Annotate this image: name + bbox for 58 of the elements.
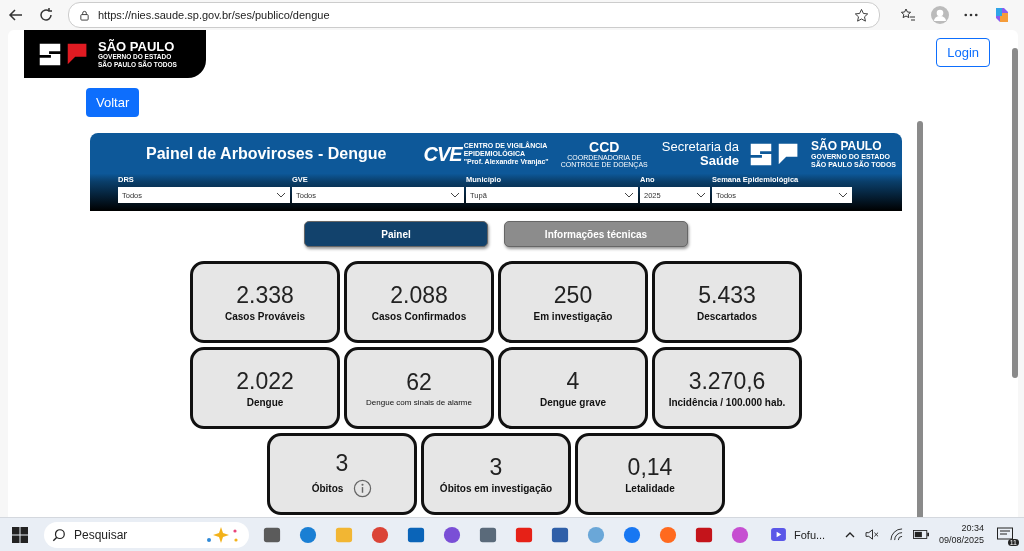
dashboard-title: Painel de Arboviroses - Dengue [146, 145, 387, 163]
info-icon[interactable] [353, 479, 373, 498]
logo-title: SÃO PAULO [98, 40, 176, 53]
back-icon[interactable] [8, 7, 24, 23]
chevron-icon [450, 192, 460, 198]
stat-value: 3.270,6 [688, 368, 766, 395]
stat-label: Letalidade [625, 483, 675, 494]
address-bar[interactable]: https://nies.saude.sp.gov.br/ses/publico/dengue [68, 2, 880, 28]
saude-text: Saúde [700, 154, 740, 168]
search-icon [52, 527, 66, 542]
stat-label: Dengue [246, 397, 284, 408]
more-icon[interactable] [964, 13, 978, 17]
wifi-icon[interactable] [889, 528, 903, 541]
clock[interactable]: 20:34 09/08/2025 [938, 522, 984, 547]
stat-label: Casos Prováveis [224, 311, 306, 322]
favorites-icon[interactable] [900, 7, 916, 23]
speaker-muted-icon[interactable] [864, 528, 880, 541]
stat-value: 250 [553, 282, 593, 309]
chevron-up-icon[interactable] [844, 531, 855, 538]
scrollbar[interactable] [917, 121, 923, 517]
chevron-icon [696, 192, 706, 198]
stat-label: Dengue grave [539, 397, 607, 408]
lock-icon [79, 9, 90, 21]
stat-value: 3 [335, 450, 349, 477]
star-icon[interactable] [854, 7, 869, 23]
login-button[interactable]: Login [936, 38, 990, 67]
stat-value: 0,14 [627, 454, 673, 481]
ccd-logo-mark: CCD [589, 140, 620, 154]
cve-logo-mark: CVE [423, 142, 462, 166]
stat-value: 3 [489, 454, 503, 481]
stat-label: Dengue com sinais de alarme [366, 398, 472, 407]
stat-label: Óbitos [311, 483, 344, 494]
stat-value: 62 [406, 369, 432, 396]
stat-value: 4 [566, 368, 580, 395]
tab[interactable]: Painel [304, 221, 488, 247]
start-icon[interactable] [12, 526, 28, 543]
stat-label: Incidência / 100.000 hab. [668, 397, 786, 408]
url-text: https://nies.saude.sp.gov.br/ses/publico/dengue [98, 9, 330, 21]
video-icon [771, 528, 786, 541]
stat-value: 2.088 [390, 282, 448, 309]
reload-icon[interactable] [38, 7, 54, 23]
stat-label: Em investigação [533, 311, 613, 322]
back-button[interactable]: Voltar [86, 88, 140, 117]
scrollbar[interactable] [1012, 48, 1018, 378]
battery-icon[interactable] [912, 530, 929, 539]
logo-title: SÃO PAULO [811, 140, 883, 152]
secretaria-text: Secretaria da [661, 140, 740, 154]
stat-value: 5.433 [698, 282, 756, 309]
stat-label: Descartados [697, 311, 757, 322]
stat-label: Casos Confirmados [371, 311, 467, 322]
chevron-icon [276, 192, 286, 198]
stat-label: Óbitos em investigação [439, 483, 553, 494]
stat-value: 2.338 [236, 282, 294, 309]
taskbar-search[interactable]: Pesquisar [44, 521, 249, 548]
chevron-icon [624, 192, 634, 198]
stat-value: 2.022 [236, 368, 294, 395]
chevron-icon [838, 192, 848, 198]
taskbar-window-button[interactable]: Fofu... [771, 528, 826, 541]
